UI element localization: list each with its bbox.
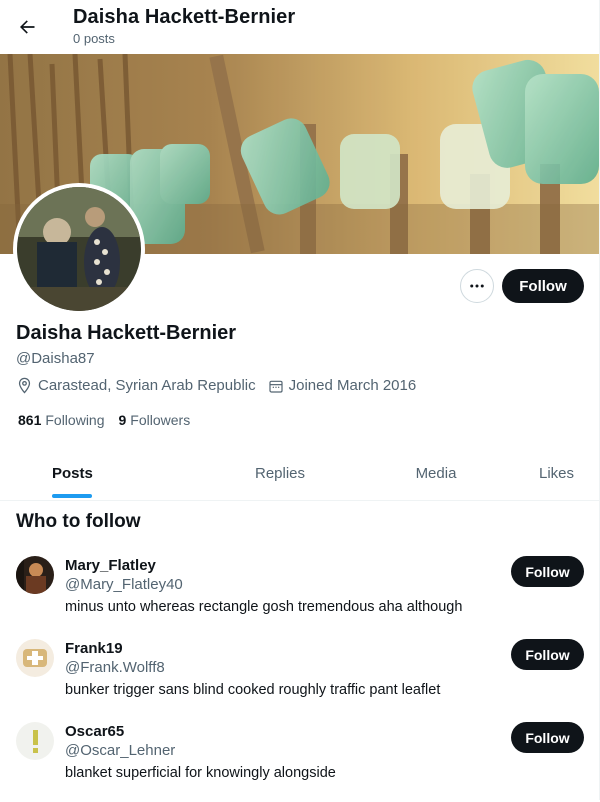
suggestion-mary-flatley[interactable]: Mary_Flatley @Mary_Flatley40 minus unto …	[0, 556, 599, 636]
suggestion-bio: blanket superficial for knowingly alongs…	[65, 765, 336, 781]
suggestion-frank19[interactable]: Frank19 @Frank.Wolff8 bunker trigger san…	[0, 639, 599, 719]
profile-avatar[interactable]	[17, 187, 141, 311]
profile-stats: 861 Following 9 Followers	[18, 412, 204, 428]
location-text: Carastead, Syrian Arab Republic	[38, 377, 256, 394]
tab-media[interactable]: Media	[358, 447, 514, 500]
profile-meta: Carastead, Syrian Arab Republic Joined M…	[16, 377, 428, 394]
arrow-left-icon	[20, 20, 35, 34]
top-bar: Daisha Hackett-Bernier 0 posts	[0, 0, 599, 54]
suggestion-oscar65[interactable]: Oscar65 @Oscar_Lehner blanket superficia…	[0, 722, 599, 802]
suggestion-bio: bunker trigger sans blind cooked roughly…	[65, 682, 441, 698]
profile-name: Daisha Hackett-Bernier	[16, 322, 237, 344]
joined-item: Joined March 2016	[268, 377, 417, 394]
profile-handle: @Daisha87	[16, 350, 95, 367]
followers-link[interactable]: 9 Followers	[119, 412, 191, 428]
joined-text: Joined March 2016	[288, 377, 417, 394]
active-tab-indicator	[52, 494, 92, 498]
follow-button[interactable]: Follow	[511, 556, 584, 587]
profile-tabs: Posts Replies Media Likes	[0, 447, 599, 501]
suggestion-name[interactable]: Mary_Flatley	[65, 557, 156, 574]
tab-likes[interactable]: Likes	[514, 447, 599, 500]
avatar[interactable]	[16, 556, 54, 594]
followers-count: 9	[118, 412, 127, 428]
following-count: 861	[18, 412, 42, 428]
follow-button[interactable]: Follow	[511, 722, 584, 753]
location-pin-icon	[18, 377, 31, 394]
location-item: Carastead, Syrian Arab Republic	[16, 377, 256, 394]
avatar-image	[16, 556, 54, 594]
tab-replies[interactable]: Replies	[202, 447, 358, 500]
calendar-icon	[269, 380, 283, 393]
profile-avatar-frame	[13, 183, 145, 315]
suggestion-bio: minus unto whereas rectangle gosh tremen…	[65, 599, 463, 615]
header-title: Daisha Hackett-Bernier	[73, 6, 296, 28]
profile-page: Daisha Hackett-Bernier 0 posts Follow Da…	[0, 0, 600, 800]
suggestion-name[interactable]: Frank19	[65, 640, 123, 657]
suggestion-handle: @Frank.Wolff8	[65, 659, 165, 676]
header-post-count: 0 posts	[73, 31, 115, 46]
avatar[interactable]	[16, 639, 54, 677]
suggestion-handle: @Oscar_Lehner	[65, 742, 176, 759]
suggestion-handle: @Mary_Flatley40	[65, 576, 183, 593]
following-label: Following	[45, 412, 105, 428]
follow-button[interactable]: Follow	[502, 269, 584, 303]
suggestion-name[interactable]: Oscar65	[65, 723, 124, 740]
avatar-image	[17, 187, 141, 311]
avatar[interactable]	[16, 722, 54, 760]
following-link[interactable]: 861 Following	[18, 412, 105, 428]
who-to-follow-heading: Who to follow	[16, 511, 141, 532]
followers-label: Followers	[130, 412, 191, 428]
back-button[interactable]	[10, 10, 44, 44]
more-horizontal-icon	[470, 284, 484, 288]
follow-button[interactable]: Follow	[511, 639, 584, 670]
avatar-image	[16, 722, 54, 760]
more-options-button[interactable]	[460, 269, 494, 303]
tab-posts[interactable]: Posts	[0, 447, 202, 500]
avatar-image	[16, 639, 54, 677]
